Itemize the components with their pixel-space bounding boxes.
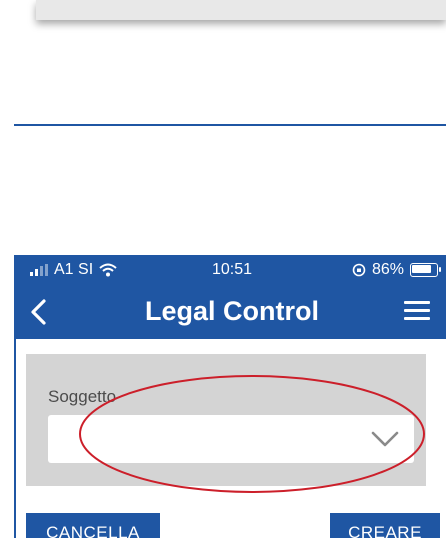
soggetto-label: Soggetto (48, 387, 117, 406)
page-title: Legal Control (145, 296, 319, 326)
form-card: Soggetto (26, 354, 426, 486)
divider-line (14, 124, 446, 126)
signal-icon (30, 264, 48, 276)
cancel-button[interactable]: CANCELLA (26, 513, 160, 538)
status-right: 86% (352, 261, 441, 279)
nav-bar: Legal Control (16, 285, 446, 339)
battery-percent: 86% (371, 261, 404, 278)
soggetto-select[interactable] (48, 415, 414, 463)
status-bar: A1 SI 10:51 86% (16, 255, 446, 285)
create-button[interactable]: CREARE (330, 513, 440, 538)
battery-icon (410, 263, 441, 277)
phone-screen: A1 SI 10:51 86% Legal Control Soggetto C… (14, 255, 446, 538)
status-left: A1 SI (30, 261, 117, 279)
top-screenshot-edge (36, 0, 446, 20)
hamburger-menu-icon[interactable] (404, 301, 430, 323)
chevron-down-icon (371, 431, 399, 447)
status-time: 10:51 (212, 261, 253, 278)
battery-fill (412, 265, 431, 273)
wifi-icon (99, 263, 117, 277)
orientation-lock-icon (352, 263, 366, 277)
carrier-label: A1 SI (54, 261, 94, 278)
